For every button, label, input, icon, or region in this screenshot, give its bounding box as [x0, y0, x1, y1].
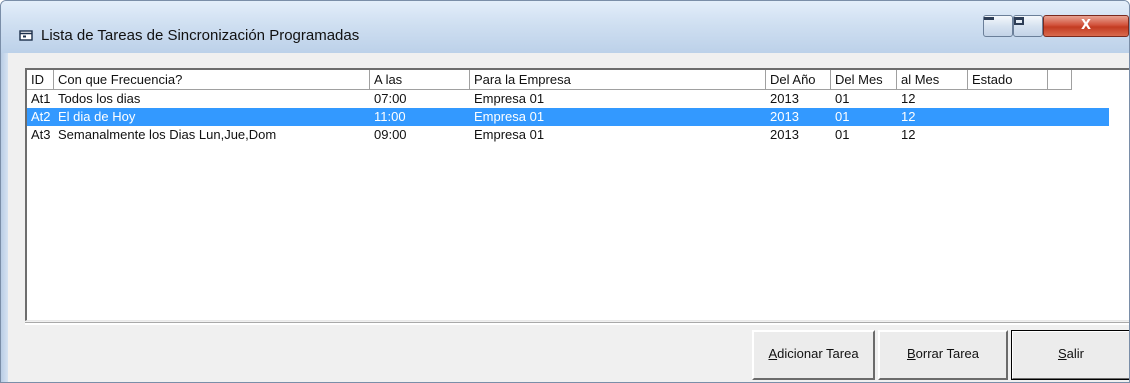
window-frame-left [1, 53, 8, 382]
cell-from-month: 01 [835, 91, 850, 106]
exit-label: alir [1066, 346, 1084, 361]
cell-status [968, 108, 1048, 126]
app-window: Lista de Tareas de Sincronización Progra… [0, 0, 1130, 383]
minimize-button[interactable] [983, 15, 1013, 37]
cell-id: At3 [31, 127, 51, 142]
cell-frequency: El dia de Hoy [58, 109, 136, 124]
task-list[interactable]: ID Con que Frecuencia? A las Para la Emp… [25, 68, 1129, 321]
delete-task-button[interactable]: Borrar Tarea [878, 330, 1008, 380]
cell-time: 11:00 [374, 109, 406, 124]
cell-time: 09:00 [374, 127, 407, 142]
add-task-button[interactable]: Adicionar Tarea [752, 330, 875, 380]
column-header-to-month[interactable]: al Mes [897, 70, 968, 90]
cell-status [968, 90, 1048, 108]
window-title: Lista de Tareas de Sincronización Progra… [41, 27, 360, 44]
close-button[interactable]: X [1043, 15, 1129, 37]
add-task-label: dicionar Tarea [777, 346, 859, 361]
cell-from-month: 01 [835, 127, 850, 142]
maximize-button[interactable] [1013, 15, 1043, 37]
cell-year: 2013 [770, 91, 799, 106]
column-header-from-month[interactable]: Del Mes [831, 70, 897, 90]
cell-status [968, 126, 1048, 144]
cell-frequency: Semanalmente los Dias Lun,Jue,Dom [58, 127, 277, 142]
cell-to-month: 12 [901, 91, 916, 106]
cell-company: Empresa 01 [474, 109, 545, 124]
delete-task-label: orrar Tarea [915, 346, 979, 361]
column-header-time[interactable]: A las [370, 70, 470, 90]
cell-to-month: 12 [901, 109, 916, 124]
cell-id: At1 [31, 91, 51, 106]
column-header-year[interactable]: Del Año [766, 70, 831, 90]
title-bar[interactable]: Lista de Tareas de Sincronización Progra… [1, 1, 1129, 53]
cell-company: Empresa 01 [474, 91, 545, 106]
cell-company: Empresa 01 [474, 127, 545, 142]
table-row[interactable]: At3 Semanalmente los Dias Lun,Jue,Dom 09… [27, 126, 1129, 144]
delete-task-mnemonic: B [906, 346, 916, 361]
add-task-mnemonic: A [768, 346, 778, 361]
close-icon: X [1080, 18, 1092, 33]
column-header-frequency[interactable]: Con que Frecuencia? [54, 70, 370, 90]
client-area: ID Con que Frecuencia? A las Para la Emp… [8, 53, 1129, 382]
column-header-company[interactable]: Para la Empresa [470, 70, 766, 90]
column-header-filler [1048, 70, 1072, 90]
column-header-id[interactable]: ID [27, 70, 54, 90]
column-header-status[interactable]: Estado [968, 70, 1048, 90]
table-row[interactable]: At1 Todos los dias 07:00 Empresa 01 2013… [27, 90, 1129, 108]
window-app-icon [19, 30, 33, 41]
list-header: ID Con que Frecuencia? A las Para la Emp… [27, 70, 1129, 90]
maximize-icon [1014, 17, 1024, 25]
cell-id: At2 [31, 109, 51, 124]
list-rows: At1 Todos los dias 07:00 Empresa 01 2013… [27, 90, 1129, 144]
divider [25, 322, 1129, 325]
minimize-icon [984, 17, 994, 20]
exit-button[interactable]: Salir [1011, 330, 1129, 380]
cell-from-month: 01 [835, 109, 850, 124]
table-row-selected[interactable]: At2 El dia de Hoy 11:00 Empresa 01 2013 … [27, 108, 1109, 126]
cell-year: 2013 [770, 109, 799, 124]
cell-to-month: 12 [901, 127, 916, 142]
cell-time: 07:00 [374, 91, 407, 106]
cell-frequency: Todos los dias [58, 91, 141, 106]
exit-mnemonic: S [1057, 346, 1067, 361]
cell-year: 2013 [770, 127, 799, 142]
